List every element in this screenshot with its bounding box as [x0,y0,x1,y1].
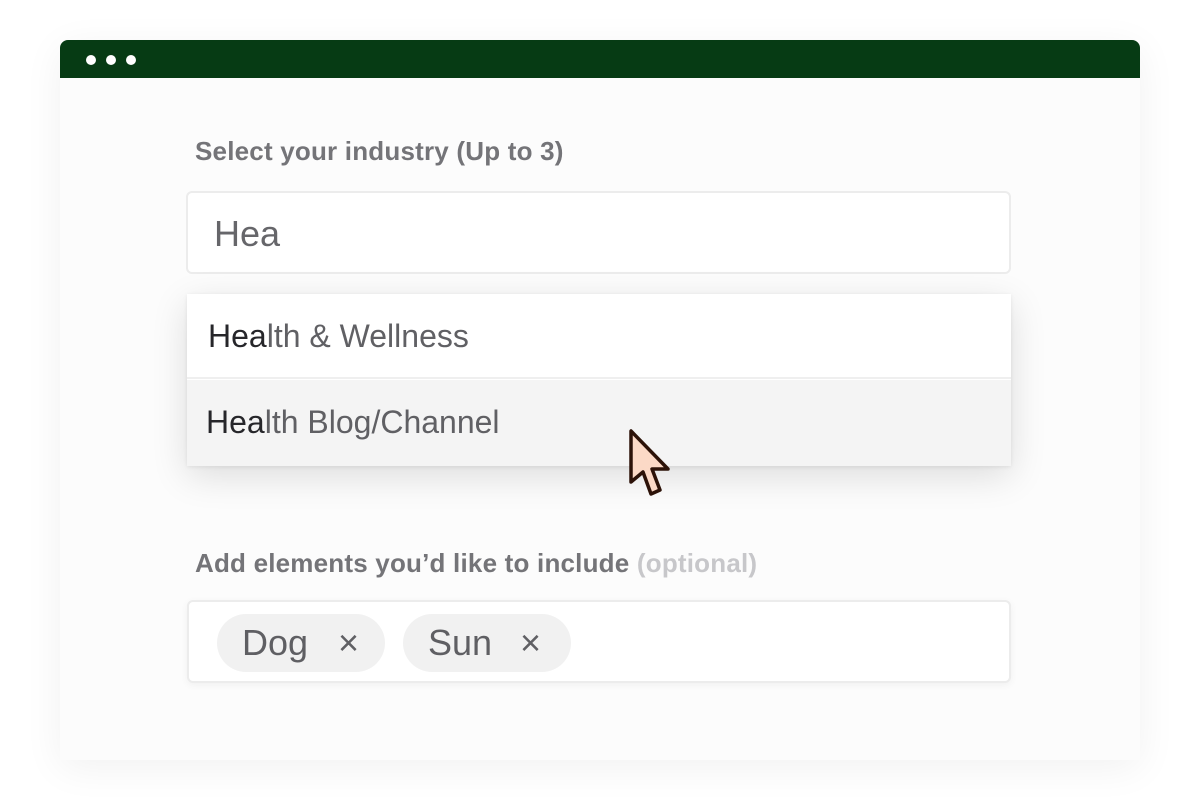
industry-label: Select your industry (Up to 3) [195,136,564,166]
dropdown-option-health-blog-channel[interactable]: Health Blog/Channel [187,380,1011,466]
window-control-dot-icon[interactable] [106,55,116,65]
close-icon[interactable]: × [520,625,541,661]
elements-label: Add elements you’d like to include (opti… [195,548,757,579]
tag-chip-sun: Sun × [403,614,571,672]
close-icon[interactable]: × [338,625,359,661]
window-titlebar [60,40,1140,78]
window-control-dot-icon[interactable] [86,55,96,65]
tag-label: Dog [242,622,309,663]
option-rest-text: lth Blog/Channel [264,404,500,440]
elements-label-text: Add elements you’d like to include [195,548,630,578]
tag-chip-dog: Dog × [217,614,385,672]
tag-label: Sun [428,622,493,663]
optional-note: (optional) [636,548,758,578]
industry-search-value: Hea [214,213,281,254]
elements-tag-input[interactable]: Dog × Sun × [187,600,1011,683]
option-match-text: Hea [206,404,265,440]
window-control-dot-icon[interactable] [126,55,136,65]
dropdown-option-health-wellness[interactable]: Health & Wellness [187,294,1011,379]
pointer-arrow-icon [629,429,670,496]
option-match-text: Hea [208,318,267,354]
option-rest-text: lth & Wellness [266,318,469,354]
industry-search-input[interactable]: Hea [186,191,1011,274]
browser-window: Select your industry (Up to 3) Hea Healt… [60,40,1140,760]
industry-dropdown: Health & Wellness Health Blog/Channel [187,294,1011,466]
